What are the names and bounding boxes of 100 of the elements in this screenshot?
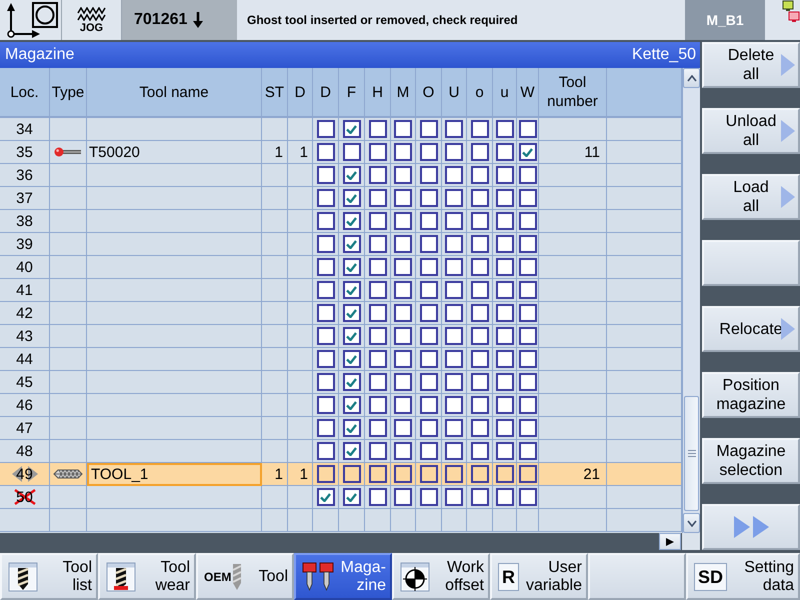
checkbox[interactable] bbox=[470, 166, 488, 184]
checkbox[interactable] bbox=[420, 419, 438, 437]
checkbox[interactable] bbox=[420, 235, 438, 253]
table-row[interactable]: 46 bbox=[0, 394, 682, 417]
checkbox[interactable] bbox=[518, 350, 536, 368]
checkbox[interactable] bbox=[470, 189, 488, 207]
checkbox[interactable] bbox=[470, 143, 488, 161]
checkbox[interactable] bbox=[496, 396, 514, 414]
scroll-down-button[interactable] bbox=[683, 513, 700, 533]
checkbox[interactable] bbox=[316, 465, 334, 483]
checkbox[interactable] bbox=[368, 189, 386, 207]
checkbox[interactable] bbox=[342, 281, 360, 299]
checkbox[interactable] bbox=[518, 189, 536, 207]
checkbox[interactable] bbox=[394, 235, 412, 253]
checkbox[interactable] bbox=[496, 419, 514, 437]
checkbox[interactable] bbox=[342, 235, 360, 253]
checkbox[interactable] bbox=[394, 350, 412, 368]
table-row[interactable]: 41 bbox=[0, 279, 682, 302]
checkbox[interactable] bbox=[496, 281, 514, 299]
checkbox[interactable] bbox=[368, 327, 386, 345]
checkbox[interactable] bbox=[496, 120, 514, 138]
checkbox[interactable] bbox=[420, 465, 438, 483]
checkbox[interactable] bbox=[445, 442, 463, 460]
checkbox[interactable] bbox=[518, 281, 536, 299]
softkey-button[interactable]: Tool list bbox=[0, 553, 98, 600]
softkey-button[interactable]: Tool wear bbox=[98, 553, 196, 600]
checkbox[interactable] bbox=[342, 304, 360, 322]
checkbox[interactable] bbox=[316, 258, 334, 276]
table-row[interactable]: 42 bbox=[0, 302, 682, 325]
checkbox[interactable] bbox=[445, 281, 463, 299]
checkbox[interactable] bbox=[368, 419, 386, 437]
checkbox[interactable] bbox=[342, 166, 360, 184]
checkbox[interactable] bbox=[394, 258, 412, 276]
checkbox[interactable] bbox=[445, 120, 463, 138]
checkbox[interactable] bbox=[420, 442, 438, 460]
checkbox[interactable] bbox=[394, 373, 412, 391]
checkbox[interactable] bbox=[496, 143, 514, 161]
table-row[interactable]: 35 T50020 1 1 11 bbox=[0, 141, 682, 164]
checkbox[interactable] bbox=[316, 373, 334, 391]
checkbox[interactable] bbox=[316, 143, 334, 161]
checkbox[interactable] bbox=[518, 396, 536, 414]
checkbox[interactable] bbox=[470, 120, 488, 138]
checkbox[interactable] bbox=[518, 419, 536, 437]
checkbox[interactable] bbox=[316, 235, 334, 253]
checkbox[interactable] bbox=[518, 212, 536, 230]
checkbox[interactable] bbox=[420, 304, 438, 322]
checkbox[interactable] bbox=[316, 304, 334, 322]
checkbox[interactable] bbox=[394, 396, 412, 414]
checkbox[interactable] bbox=[342, 327, 360, 345]
checkbox[interactable] bbox=[394, 465, 412, 483]
checkbox[interactable] bbox=[368, 465, 386, 483]
checkbox[interactable] bbox=[316, 327, 334, 345]
checkbox[interactable] bbox=[316, 396, 334, 414]
checkbox[interactable] bbox=[316, 166, 334, 184]
checkbox[interactable] bbox=[420, 143, 438, 161]
softkey-button[interactable]: Delete all bbox=[702, 42, 800, 88]
checkbox[interactable] bbox=[445, 304, 463, 322]
checkbox[interactable] bbox=[496, 212, 514, 230]
checkbox[interactable] bbox=[342, 189, 360, 207]
checkbox[interactable] bbox=[518, 327, 536, 345]
checkbox[interactable] bbox=[368, 350, 386, 368]
checkbox[interactable] bbox=[316, 212, 334, 230]
checkbox[interactable] bbox=[518, 258, 536, 276]
checkbox[interactable] bbox=[394, 189, 412, 207]
checkbox[interactable] bbox=[394, 304, 412, 322]
checkbox[interactable] bbox=[342, 465, 360, 483]
vertical-scrollbar[interactable] bbox=[682, 68, 700, 533]
checkbox[interactable] bbox=[420, 212, 438, 230]
checkbox[interactable] bbox=[445, 189, 463, 207]
checkbox[interactable] bbox=[394, 281, 412, 299]
checkbox[interactable] bbox=[470, 419, 488, 437]
checkbox[interactable] bbox=[342, 143, 360, 161]
table-row[interactable]: 37 bbox=[0, 187, 682, 210]
checkbox[interactable] bbox=[496, 235, 514, 253]
checkbox[interactable] bbox=[496, 373, 514, 391]
checkbox[interactable] bbox=[470, 465, 488, 483]
table-row[interactable]: 43 bbox=[0, 325, 682, 348]
softkey-button[interactable]: Position magazine bbox=[702, 372, 800, 418]
checkbox[interactable] bbox=[316, 350, 334, 368]
checkbox[interactable] bbox=[496, 350, 514, 368]
checkbox[interactable] bbox=[518, 304, 536, 322]
checkbox[interactable] bbox=[368, 442, 386, 460]
checkbox[interactable] bbox=[445, 258, 463, 276]
softkey-button[interactable]: OEM Tool bbox=[196, 553, 294, 600]
checkbox[interactable] bbox=[470, 235, 488, 253]
softkey-button[interactable]: Maga- zine bbox=[294, 553, 392, 600]
checkbox[interactable] bbox=[518, 166, 536, 184]
checkbox[interactable] bbox=[445, 212, 463, 230]
checkbox[interactable] bbox=[496, 327, 514, 345]
checkbox[interactable] bbox=[316, 281, 334, 299]
checkbox[interactable] bbox=[470, 212, 488, 230]
checkbox[interactable] bbox=[342, 350, 360, 368]
checkbox[interactable] bbox=[445, 419, 463, 437]
checkbox[interactable] bbox=[470, 304, 488, 322]
checkbox[interactable] bbox=[470, 281, 488, 299]
checkbox[interactable] bbox=[445, 373, 463, 391]
checkbox[interactable] bbox=[518, 235, 536, 253]
checkbox[interactable] bbox=[470, 258, 488, 276]
checkbox[interactable] bbox=[342, 396, 360, 414]
checkbox[interactable] bbox=[420, 120, 438, 138]
